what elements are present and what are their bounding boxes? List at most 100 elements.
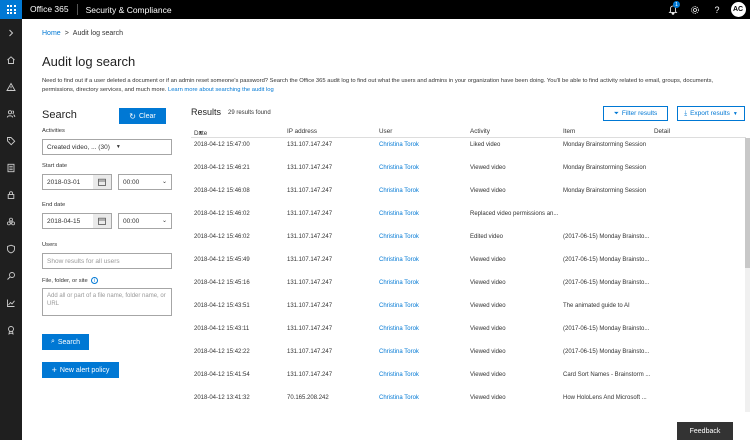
cell-ip: 131.107.147.247 xyxy=(287,188,333,194)
chevron-right-icon xyxy=(9,29,14,36)
search-button[interactable]: ⌕ Search xyxy=(42,334,89,350)
info-icon[interactable]: i xyxy=(90,277,98,284)
nav-mail-flow[interactable] xyxy=(0,235,22,262)
table-row[interactable]: 2018-04-12 15:45:16 131.107.147.247 Christ… xyxy=(191,276,741,299)
table-row[interactable]: 2018-04-12 15:45:49 131.107.147.247 Christ… xyxy=(191,253,741,276)
cell-item: (2017-06-15) Monday Brainsto... xyxy=(563,234,650,240)
cell-user[interactable]: Christina Torok xyxy=(379,142,419,148)
nav-data-loss-prevention[interactable] xyxy=(0,154,22,181)
table-row[interactable]: 2018-04-12 15:46:08 131.107.147.247 Christ… xyxy=(191,184,741,207)
column-header-detail[interactable]: Detail xyxy=(654,128,670,135)
nav-permissions[interactable] xyxy=(0,100,22,127)
left-nav-rail xyxy=(0,19,22,440)
activities-dropdown[interactable]: Created video, ... (30) ▼ xyxy=(42,139,172,155)
ribbon-icon xyxy=(8,325,14,335)
table-row[interactable]: 2018-04-12 15:43:11 131.107.147.247 Christ… xyxy=(191,322,741,345)
nav-data-governance[interactable] xyxy=(0,181,22,208)
cell-item: (2017-06-15) Monday Brainsto... xyxy=(563,280,650,286)
table-row[interactable]: 2018-04-12 15:42:22 131.107.147.247 Christ… xyxy=(191,345,741,368)
table-row[interactable]: 2018-04-12 13:41:32 70.165.208.242 Christi… xyxy=(191,391,741,412)
cell-user[interactable]: Christina Torok xyxy=(379,211,419,217)
notifications-button[interactable]: 1 xyxy=(662,0,684,19)
cell-ip: 131.107.147.247 xyxy=(287,165,333,171)
help-button[interactable]: ? xyxy=(706,0,728,19)
column-header-ip[interactable]: IP address xyxy=(287,128,317,135)
cell-ip: 131.107.147.247 xyxy=(287,211,333,217)
cell-item: Monday Brainstorming Session xyxy=(563,142,647,148)
end-time-dropdown[interactable]: 00:00 ⌄ xyxy=(118,213,172,229)
cell-user[interactable]: Christina Torok xyxy=(379,280,419,286)
filter-results-button[interactable]: ⏷ Filter results xyxy=(603,106,668,121)
column-header-item[interactable]: Item xyxy=(563,128,575,135)
results-scrollbar[interactable] xyxy=(745,138,750,412)
plus-icon: + xyxy=(51,365,57,375)
file-label: File, folder, or site xyxy=(42,278,88,285)
nav-home[interactable] xyxy=(0,46,22,73)
table-row[interactable]: 2018-04-12 15:46:02 131.107.147.247 Christ… xyxy=(191,207,741,230)
clear-button[interactable]: ↻ Clear xyxy=(119,108,166,124)
refresh-icon: ↻ xyxy=(129,111,136,121)
end-date-field[interactable]: 2018-04-15 xyxy=(42,213,112,229)
file-folder-site-input[interactable]: Add all or part of a file name, folder n… xyxy=(42,288,172,316)
table-row[interactable]: 2018-04-12 15:41:54 131.107.147.247 Christ… xyxy=(191,368,741,391)
cell-user[interactable]: Christina Torok xyxy=(379,372,419,378)
new-alert-policy-button[interactable]: + New alert policy xyxy=(42,362,119,378)
cell-activity: Viewed video xyxy=(470,349,506,355)
account-button[interactable]: AC xyxy=(728,0,750,19)
cell-activity: Viewed video xyxy=(470,188,506,194)
nav-threat-management[interactable] xyxy=(0,208,22,235)
cell-user[interactable]: Christina Torok xyxy=(379,165,419,171)
table-row[interactable]: 2018-04-12 15:46:21 131.107.147.247 Christ… xyxy=(191,161,741,184)
users-input[interactable]: Show results for all users xyxy=(42,253,172,269)
start-time-dropdown[interactable]: 00:00 ⌄ xyxy=(118,174,172,190)
scrollbar-thumb[interactable] xyxy=(745,138,750,268)
expand-nav-button[interactable] xyxy=(0,19,22,46)
calendar-icon[interactable] xyxy=(93,175,111,189)
table-row[interactable]: 2018-04-12 15:47:00 131.107.147.247 Christ… xyxy=(191,138,741,161)
caret-down-icon: ⌄ xyxy=(161,179,167,185)
search-icon: ⌕ xyxy=(50,338,55,345)
cell-user[interactable]: Christina Torok xyxy=(379,395,419,401)
nav-reports[interactable] xyxy=(0,289,22,316)
nav-classifications[interactable] xyxy=(0,127,22,154)
cell-user[interactable]: Christina Torok xyxy=(379,188,419,194)
export-results-button[interactable]: ⤓ Export results ▼ xyxy=(677,106,745,121)
cell-user[interactable]: Christina Torok xyxy=(379,349,419,355)
cell-date: 2018-04-12 15:45:49 xyxy=(194,257,250,263)
warning-icon xyxy=(6,82,16,91)
results-table-header: Date ▼ IP address User Activity Item Deta… xyxy=(191,126,746,138)
cell-user[interactable]: Christina Torok xyxy=(379,257,419,263)
cell-activity: Viewed video xyxy=(470,303,506,309)
breadcrumb-current: Audit log search xyxy=(72,30,123,37)
nav-service-assurance[interactable] xyxy=(0,316,22,343)
app-launcher-button[interactable] xyxy=(0,0,22,19)
cell-date: 2018-04-12 15:46:02 xyxy=(194,211,250,217)
start-date-value: 2018-03-01 xyxy=(47,178,81,186)
table-row[interactable]: 2018-04-12 15:46:02 131.107.147.247 Christ… xyxy=(191,230,741,253)
learn-more-link[interactable]: Learn more about searching the audit log xyxy=(168,87,274,93)
cell-ip: 131.107.147.247 xyxy=(287,349,333,355)
feedback-button[interactable]: Feedback xyxy=(677,422,733,440)
nav-search-investigation[interactable] xyxy=(0,262,22,289)
end-date-label: End date xyxy=(42,202,66,208)
start-date-field[interactable]: 2018-03-01 xyxy=(42,174,112,190)
breadcrumb-separator: > xyxy=(64,30,69,37)
calendar-icon[interactable] xyxy=(93,214,111,228)
cell-user[interactable]: Christina Torok xyxy=(379,234,419,240)
app-name[interactable]: Security & Compliance xyxy=(78,5,172,15)
table-row[interactable]: 2018-04-12 15:43:51 131.107.147.247 Christ… xyxy=(191,299,741,322)
nav-alerts[interactable] xyxy=(0,73,22,100)
column-header-user[interactable]: User xyxy=(379,128,392,135)
cell-user[interactable]: Christina Torok xyxy=(379,303,419,309)
question-icon: ? xyxy=(714,4,720,15)
cell-activity: Viewed video xyxy=(470,395,506,401)
cell-item: Monday Brainstorming Session xyxy=(563,188,647,194)
brand-name[interactable]: Office 365 xyxy=(22,4,78,15)
settings-button[interactable] xyxy=(684,0,706,19)
cell-item: (2017-06-15) Monday Brainsto... xyxy=(563,349,650,355)
breadcrumb-home[interactable]: Home xyxy=(42,30,61,37)
cell-user[interactable]: Christina Torok xyxy=(379,326,419,332)
cell-activity: Edited video xyxy=(470,234,504,240)
column-header-activity[interactable]: Activity xyxy=(470,128,490,135)
chart-icon xyxy=(7,299,15,307)
